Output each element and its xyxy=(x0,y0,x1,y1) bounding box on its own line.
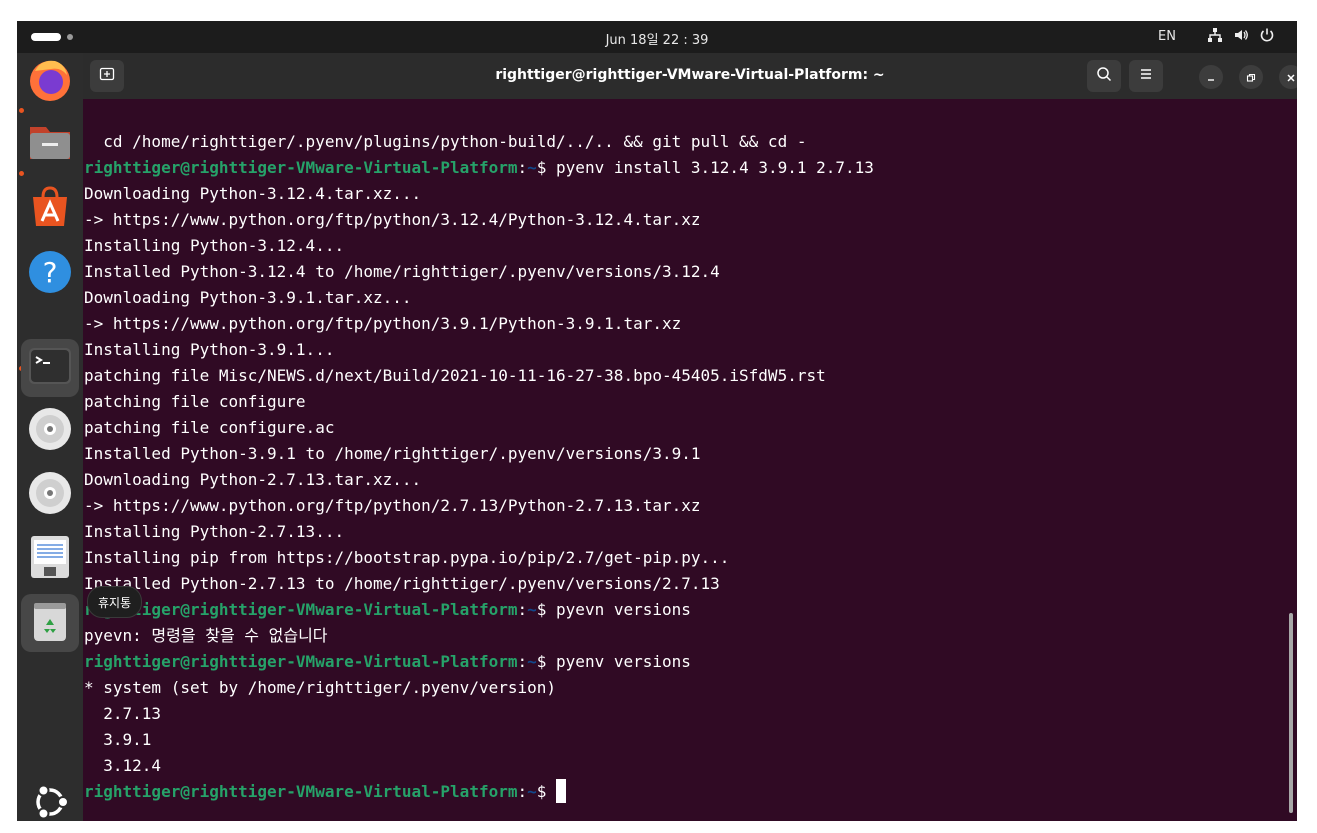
power-icon xyxy=(1259,27,1275,43)
command-text xyxy=(546,782,556,801)
terminal-command-line: righttiger@righttiger-VMware-Virtual-Pla… xyxy=(84,779,1274,805)
dock-tooltip: 휴지통 xyxy=(87,586,143,618)
volume-icon xyxy=(1233,27,1249,43)
hamburger-menu-icon xyxy=(1138,66,1154,86)
prompt-path: ~ xyxy=(527,652,537,671)
terminal-output-line: -> https://www.python.org/ftp/python/2.7… xyxy=(84,496,701,515)
running-indicator xyxy=(19,171,24,176)
terminal-output-line: Installing Python-3.12.4... xyxy=(84,236,345,255)
terminal-output-line: Installing Python-2.7.13... xyxy=(84,522,345,541)
prompt-dollar: $ xyxy=(536,652,547,671)
terminal-output-line: 3.12.4 xyxy=(84,756,162,775)
desktop: Jun 18일 22 : 39 EN ? righttiger@righttig… xyxy=(17,21,1297,821)
network-icon xyxy=(1207,27,1223,43)
app-center-icon xyxy=(27,184,73,234)
search-button[interactable] xyxy=(1087,60,1121,92)
prompt-user-host: righttiger@righttiger-VMware-Virtual-Pla… xyxy=(84,652,518,671)
keyboard-language[interactable]: EN xyxy=(1158,29,1176,44)
command-text: pyenv install 3.12.4 3.9.1 2.7.13 xyxy=(546,158,874,177)
prompt-dollar: $ xyxy=(536,600,547,619)
restore-button[interactable] xyxy=(1239,65,1263,89)
terminal-output-line: * system (set by /home/righttiger/.pyenv… xyxy=(84,678,557,697)
restore-icon xyxy=(1246,68,1256,87)
terminal-output-line: Installing Python-3.9.1... xyxy=(84,340,335,359)
terminal-output-line: patching file Misc/NEWS.d/next/Build/202… xyxy=(84,366,826,385)
terminal-output-line: -> https://www.python.org/ftp/python/3.1… xyxy=(84,210,701,229)
terminal-command-line: righttiger@righttiger-VMware-Virtual-Pla… xyxy=(84,597,1274,623)
terminal-output-line: cd /home/righttiger/.pyenv/plugins/pytho… xyxy=(84,132,807,151)
dock-item-show-apps[interactable] xyxy=(21,775,79,821)
prompt-path: ~ xyxy=(527,782,537,801)
terminal-command-line: righttiger@righttiger-VMware-Virtual-Pla… xyxy=(84,649,1274,675)
text-editor-icon xyxy=(27,534,73,584)
prompt-path: ~ xyxy=(527,158,537,177)
close-button[interactable] xyxy=(1279,65,1297,89)
terminal-output-line: patching file configure xyxy=(84,392,306,411)
terminal-output-line: Downloading Python-2.7.13.tar.xz... xyxy=(84,470,422,489)
terminal-icon xyxy=(27,343,73,393)
terminal-window[interactable]: righttiger@righttiger-VMware-Virtual-Pla… xyxy=(83,53,1297,821)
running-indicator xyxy=(19,108,24,113)
dock-item-disc-1[interactable] xyxy=(21,402,79,460)
disc-icon xyxy=(27,470,73,520)
search-icon xyxy=(1096,66,1112,86)
trash-icon xyxy=(27,598,73,648)
help-icon: ? xyxy=(27,249,73,299)
dock-item-text-editor[interactable] xyxy=(21,530,79,588)
firefox-icon xyxy=(27,57,73,107)
dock-item-disc-2[interactable] xyxy=(21,466,79,524)
prompt-path: ~ xyxy=(527,600,537,619)
terminal-output-line: Installed Python-3.9.1 to /home/righttig… xyxy=(84,444,701,463)
files-icon xyxy=(27,119,73,169)
prompt-separator: : xyxy=(517,600,528,619)
terminal-output-line: -> https://www.python.org/ftp/python/3.9… xyxy=(84,314,682,333)
dock-item-firefox[interactable] xyxy=(21,53,79,111)
menu-button[interactable] xyxy=(1129,60,1163,92)
clock[interactable]: Jun 18일 22 : 39 xyxy=(17,29,1297,48)
disc-icon xyxy=(27,406,73,456)
terminal-output-line: 3.9.1 xyxy=(84,730,152,749)
command-text: pyevn versions xyxy=(546,600,691,619)
terminal-output-line: Installed Python-2.7.13 to /home/rightti… xyxy=(84,574,720,593)
terminal-command-line: righttiger@righttiger-VMware-Virtual-Pla… xyxy=(84,155,1274,181)
dock-item-help[interactable]: ? xyxy=(21,245,79,303)
close-icon xyxy=(1286,68,1296,87)
scrollbar[interactable] xyxy=(1289,613,1293,813)
prompt-user-host: righttiger@righttiger-VMware-Virtual-Pla… xyxy=(84,782,518,801)
minimize-button[interactable] xyxy=(1199,65,1223,89)
minimize-icon xyxy=(1206,68,1216,87)
terminal-output-line: Downloading Python-3.12.4.tar.xz... xyxy=(84,184,422,203)
prompt-separator: : xyxy=(517,652,528,671)
svg-text:?: ? xyxy=(43,256,58,289)
terminal-output-line: patching file configure.ac xyxy=(84,418,335,437)
command-text: pyenv versions xyxy=(546,652,691,671)
prompt-dollar: $ xyxy=(536,158,547,177)
system-tray[interactable] xyxy=(1207,27,1275,43)
top-bar: Jun 18일 22 : 39 EN xyxy=(17,21,1297,53)
terminal-output-line: Installed Python-3.12.4 to /home/rightti… xyxy=(84,262,720,281)
ubuntu-logo-icon xyxy=(30,782,70,821)
terminal-output-line: Downloading Python-3.9.1.tar.xz... xyxy=(84,288,412,307)
prompt-separator: : xyxy=(517,158,528,177)
window-titlebar[interactable]: righttiger@righttiger-VMware-Virtual-Pla… xyxy=(83,53,1297,99)
dock-item-app-center[interactable] xyxy=(21,180,79,238)
terminal-output-line: 2.7.13 xyxy=(84,704,162,723)
prompt-separator: : xyxy=(517,782,528,801)
terminal-output-line: Installing pip from https://bootstrap.py… xyxy=(84,548,730,567)
prompt-user-host: righttiger@righttiger-VMware-Virtual-Pla… xyxy=(84,158,518,177)
dock: ? xyxy=(17,53,83,821)
terminal-output-line: pyevn: 명령을 찾을 수 없습니다 xyxy=(84,626,328,645)
terminal-output[interactable]: cd /home/righttiger/.pyenv/plugins/pytho… xyxy=(84,129,1274,805)
terminal-cursor xyxy=(556,779,567,803)
dock-item-trash[interactable] xyxy=(21,594,79,652)
prompt-dollar: $ xyxy=(536,782,547,801)
dock-item-files[interactable] xyxy=(21,115,79,173)
prompt-user-host: righttiger@righttiger-VMware-Virtual-Pla… xyxy=(84,600,518,619)
dock-item-terminal[interactable] xyxy=(21,339,79,397)
